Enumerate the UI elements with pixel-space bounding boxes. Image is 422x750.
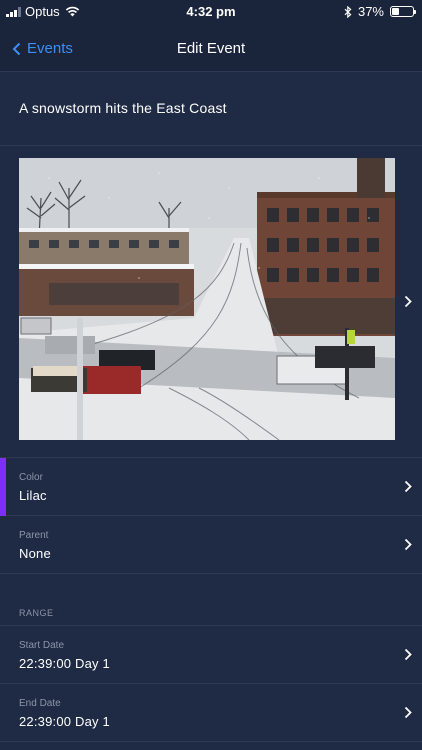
parent-value: None xyxy=(19,546,51,561)
status-bar: Optus 4:32 pm 37% xyxy=(0,0,422,22)
event-title-row[interactable]: A snowstorm hits the East Coast xyxy=(0,72,422,146)
color-swatch xyxy=(0,458,6,516)
range-section-label: RANGE xyxy=(19,608,54,618)
battery-icon xyxy=(390,6,416,17)
snowy-street-photo xyxy=(19,158,395,440)
battery-percent: 37% xyxy=(357,4,384,19)
navigation-bar: Events Edit Event xyxy=(0,30,422,70)
bluetooth-icon xyxy=(344,5,352,18)
range-section-header: RANGE xyxy=(0,574,422,626)
chevron-right-icon xyxy=(404,480,412,493)
start-date-row[interactable]: Start Date 22:39:00 Day 1 xyxy=(0,626,422,684)
chevron-right-icon xyxy=(404,295,412,308)
chevron-right-icon xyxy=(404,648,412,661)
end-date-label: End Date xyxy=(19,698,61,709)
end-date-row[interactable]: End Date 22:39:00 Day 1 xyxy=(0,684,422,742)
color-value: Lilac xyxy=(19,488,47,503)
battery-fill xyxy=(392,8,400,15)
event-photo xyxy=(19,158,395,440)
status-right: 37% xyxy=(344,4,416,19)
color-label: Color xyxy=(19,472,43,483)
parent-row[interactable]: Parent None xyxy=(0,516,422,574)
page-title: Edit Event xyxy=(176,40,246,57)
parent-label: Parent xyxy=(19,530,49,541)
chevron-right-icon xyxy=(404,706,412,719)
start-date-label: Start Date xyxy=(19,640,65,651)
end-date-value: 22:39:00 Day 1 xyxy=(19,714,110,729)
start-date-value: 22:39:00 Day 1 xyxy=(19,656,110,671)
chevron-right-icon xyxy=(404,538,412,551)
header: Optus 4:32 pm 37% Events Edit Event xyxy=(0,0,422,72)
event-title: A snowstorm hits the East Coast xyxy=(19,100,227,116)
event-photo-row[interactable] xyxy=(0,146,422,458)
color-row[interactable]: Color Lilac xyxy=(0,458,422,516)
